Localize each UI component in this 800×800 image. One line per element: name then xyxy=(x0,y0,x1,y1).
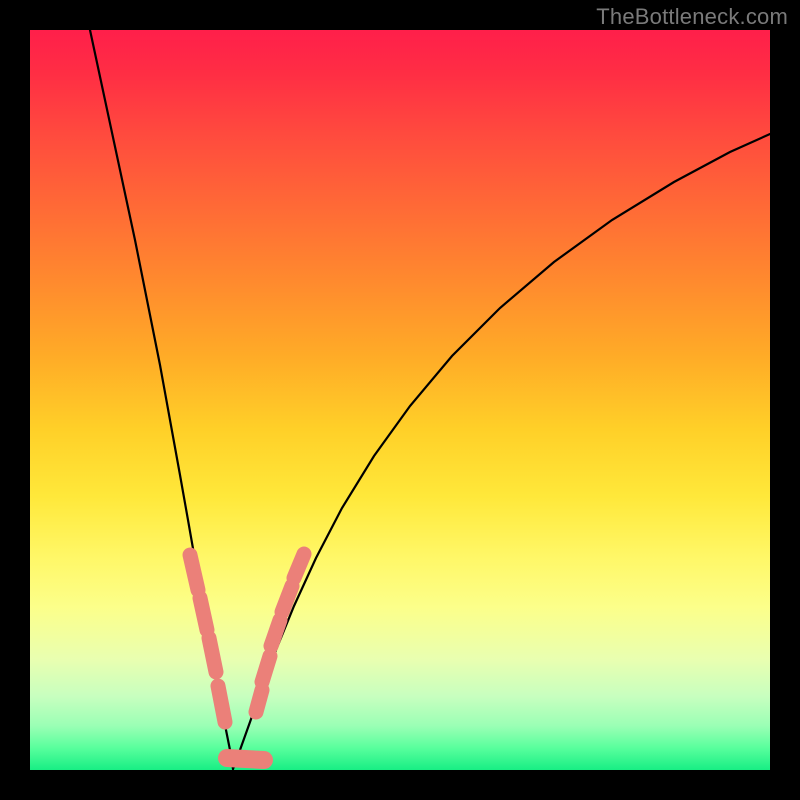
bead-marker xyxy=(256,690,262,712)
bead-marker xyxy=(271,620,280,646)
bead-marker xyxy=(227,758,264,760)
bead-marker xyxy=(262,656,270,682)
bead-marker xyxy=(218,686,225,722)
curve-right-branch xyxy=(233,134,770,769)
bead-marker xyxy=(294,554,304,578)
plot-area xyxy=(30,30,770,770)
bead-marker xyxy=(190,555,198,590)
curve-layer xyxy=(30,30,770,770)
watermark-text: TheBottleneck.com xyxy=(596,4,788,30)
chart-stage: TheBottleneck.com xyxy=(0,0,800,800)
bead-marker xyxy=(282,586,292,612)
bead-marker xyxy=(209,638,216,672)
bead-marker xyxy=(200,598,207,630)
